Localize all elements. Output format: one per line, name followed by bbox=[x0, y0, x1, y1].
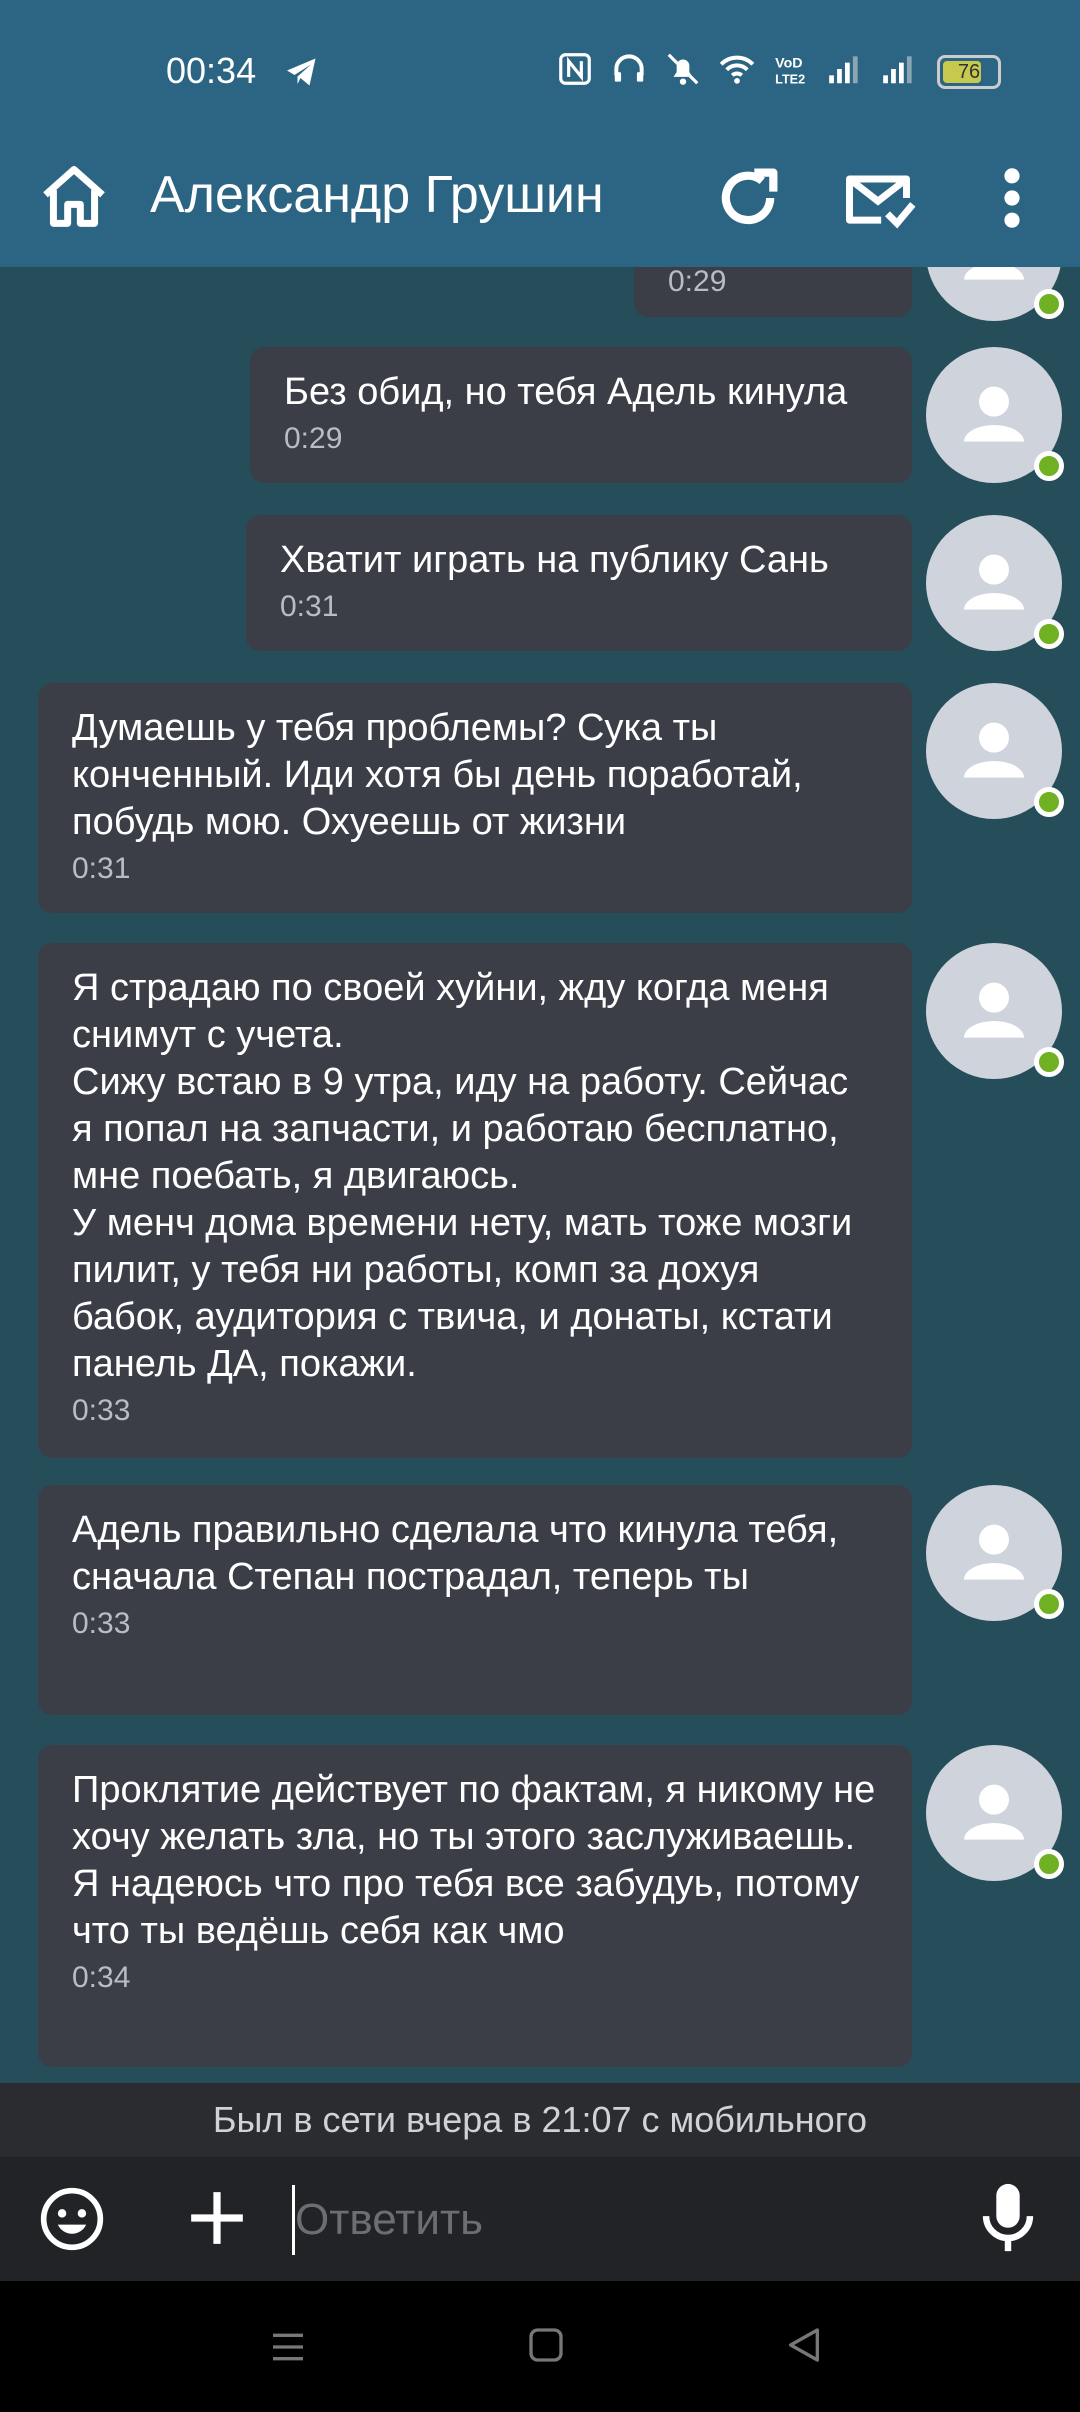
avatar[interactable] bbox=[926, 1485, 1064, 1621]
online-indicator bbox=[1034, 1047, 1064, 1077]
system-nav-bar bbox=[0, 2281, 1080, 2412]
message-bubble[interactable]: Адель правильно сделала что кинула тебя,… bbox=[38, 1485, 912, 1715]
status-bar: 00:34 VoD LTE2 76 bbox=[0, 0, 1080, 130]
person-icon bbox=[964, 386, 1024, 442]
avatar[interactable] bbox=[926, 515, 1064, 651]
chat-title: Александр Грушин bbox=[150, 166, 604, 224]
message-bubble[interactable]: Без обид, но тебя Адель кинула 0:29 bbox=[250, 347, 912, 483]
headphones-icon bbox=[614, 54, 644, 82]
message-time: 0:31 bbox=[280, 590, 339, 623]
nfc-icon bbox=[559, 53, 591, 85]
home-nav-icon[interactable] bbox=[526, 2325, 566, 2365]
message-list[interactable]: 0:29 Без обид, но тебя Адель кинула 0:29… bbox=[0, 267, 1080, 2083]
wifi-icon bbox=[719, 55, 755, 84]
composer bbox=[0, 2157, 1080, 2281]
message-bubble[interactable]: Думаешь у тебя проблемы? Сука ты конченн… bbox=[38, 683, 912, 913]
avatar[interactable] bbox=[926, 347, 1064, 483]
online-indicator bbox=[1034, 451, 1064, 481]
avatar[interactable] bbox=[926, 943, 1064, 1079]
home-icon[interactable] bbox=[36, 160, 112, 236]
mail-check-icon[interactable] bbox=[840, 160, 916, 236]
status-time: 00:34 bbox=[166, 50, 257, 91]
message-text: Без обид, но тебя Адель кинула bbox=[284, 371, 848, 413]
online-indicator bbox=[1034, 619, 1064, 649]
avatar[interactable] bbox=[926, 683, 1064, 819]
emoji-icon[interactable] bbox=[38, 2185, 106, 2253]
online-indicator bbox=[1034, 787, 1064, 817]
app-bar: Александр Грушин bbox=[0, 130, 1080, 267]
volte-icon: VoDLTE2 bbox=[775, 55, 805, 86]
message-time: 0:33 bbox=[72, 1394, 131, 1427]
svg-text:LTE2: LTE2 bbox=[775, 72, 805, 86]
message-bubble[interactable]: Я страдаю по своей хуйни, жду когда меня… bbox=[38, 943, 912, 1458]
battery-level: 76 bbox=[957, 61, 981, 83]
signal-icon bbox=[829, 56, 858, 84]
person-icon bbox=[964, 982, 1024, 1038]
person-icon bbox=[964, 554, 1024, 610]
message-text: Хватит играть на публику Сань bbox=[280, 539, 829, 581]
status-icons: VoD LTE2 bbox=[556, 50, 1000, 88]
plus-icon[interactable] bbox=[186, 2187, 248, 2249]
online-indicator bbox=[1034, 1589, 1064, 1619]
message-text: Думаешь у тебя проблемы? Сука ты конченн… bbox=[72, 707, 803, 843]
avatar[interactable] bbox=[926, 1745, 1064, 1881]
reply-input[interactable] bbox=[292, 2185, 947, 2255]
message-text: Адель правильно сделала что кинула тебя,… bbox=[72, 1509, 839, 1598]
top-bar: 00:34 VoD LTE2 76 Александр Грушин bbox=[0, 0, 1080, 267]
refresh-icon[interactable] bbox=[710, 160, 786, 236]
message-bubble[interactable]: 0:29 bbox=[634, 267, 912, 317]
recent-apps-icon[interactable] bbox=[268, 2327, 308, 2367]
person-icon bbox=[964, 1784, 1024, 1840]
mic-icon[interactable] bbox=[978, 2181, 1038, 2257]
more-vert-icon[interactable] bbox=[982, 160, 1042, 236]
person-icon bbox=[964, 267, 1024, 280]
back-icon[interactable] bbox=[784, 2325, 824, 2365]
mute-icon bbox=[667, 53, 699, 85]
message-bubble[interactable]: Проклятие действует по фактам, я никому … bbox=[38, 1745, 912, 2067]
signal-icon-2 bbox=[883, 56, 912, 84]
online-indicator bbox=[1034, 289, 1064, 319]
battery-icon: 76 bbox=[937, 55, 1001, 89]
message-time: 0:29 bbox=[284, 422, 343, 455]
message-bubble[interactable]: Хватит играть на публику Сань 0:31 bbox=[246, 515, 912, 651]
last-seen-status: Был в сети вчера в 21:07 с мобильного bbox=[0, 2083, 1080, 2157]
message-time: 0:31 bbox=[72, 852, 131, 885]
person-icon bbox=[964, 722, 1024, 778]
telegram-icon bbox=[287, 58, 316, 86]
message-time: 0:29 bbox=[668, 267, 727, 298]
online-indicator bbox=[1034, 1849, 1064, 1879]
person-icon bbox=[964, 1524, 1024, 1580]
message-time: 0:33 bbox=[72, 1607, 131, 1640]
message-text: Проклятие действует по фактам, я никому … bbox=[72, 1769, 876, 1952]
message-time: 0:34 bbox=[72, 1961, 131, 1994]
message-text: Я страдаю по своей хуйни, жду когда меня… bbox=[72, 967, 853, 1385]
avatar[interactable] bbox=[926, 267, 1064, 321]
svg-text:VoD: VoD bbox=[775, 55, 802, 71]
